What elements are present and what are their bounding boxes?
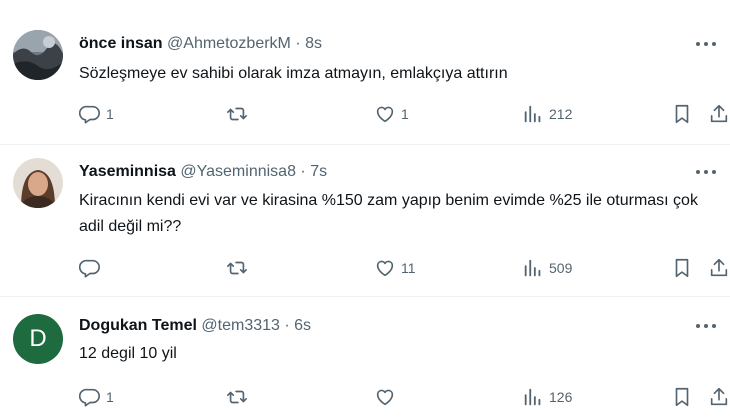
separator-dot: · <box>284 317 290 334</box>
author-handle[interactable]: @AhmetozberkM <box>167 35 291 52</box>
author-handle[interactable]: @Yaseminnisa8 <box>180 163 296 180</box>
reply-icon <box>79 388 100 407</box>
avatar[interactable]: D <box>13 314 63 364</box>
retweet-icon <box>227 107 247 121</box>
bookmark-button[interactable] <box>671 386 693 408</box>
views-icon <box>524 388 541 406</box>
tweet-text: 12 degil 10 yil <box>79 345 177 362</box>
timestamp[interactable]: 6s <box>294 317 311 334</box>
bookmark-icon <box>675 104 689 124</box>
like-count: 11 <box>401 260 416 276</box>
like-button[interactable]: 11 <box>374 257 416 279</box>
tweet-header: önce insan @AhmetozberkM · 8s <box>79 35 322 53</box>
like-count: 1 <box>401 106 409 122</box>
avatar-letter: D <box>29 325 47 352</box>
retweet-button[interactable] <box>226 103 253 125</box>
views-count: 212 <box>549 106 573 122</box>
reply-button[interactable]: 1 <box>79 103 114 125</box>
bookmark-icon <box>675 387 689 407</box>
reply-button[interactable] <box>79 257 106 279</box>
retweet-button[interactable] <box>226 257 253 279</box>
like-icon <box>376 389 394 406</box>
like-icon <box>376 106 394 123</box>
tweet-2[interactable]: Yaseminnisa @Yaseminnisa8 · 7s Kiracının… <box>0 145 730 296</box>
tweet-actions: 1 126 <box>0 386 730 410</box>
views-icon <box>524 259 541 277</box>
share-icon <box>710 104 728 123</box>
author-name[interactable]: Yaseminnisa <box>79 163 176 180</box>
author-handle[interactable]: @tem3313 <box>201 317 280 334</box>
tweet-header: Dogukan Temel @tem3313 · 6s <box>79 317 311 335</box>
reply-icon <box>79 259 100 278</box>
retweet-icon <box>227 390 247 404</box>
reply-button[interactable]: 1 <box>79 386 114 408</box>
like-button[interactable]: 1 <box>374 103 409 125</box>
reply-icon <box>79 105 100 124</box>
timestamp[interactable]: 7s <box>310 163 327 180</box>
tweet-3[interactable]: D Dogukan Temel @tem3313 · 6s 12 degil 1… <box>0 297 730 420</box>
retweet-button[interactable] <box>226 386 253 408</box>
author-name[interactable]: Dogukan Temel <box>79 317 197 334</box>
tweet-text: Kiracının kendi evi var ve kirasina %150… <box>79 192 698 235</box>
like-icon <box>376 260 394 277</box>
share-icon <box>710 258 728 277</box>
retweet-icon <box>227 261 247 275</box>
views-button[interactable]: 212 <box>522 103 572 125</box>
reply-count: 1 <box>106 106 114 122</box>
tweet-1[interactable]: önce insan @AhmetozberkM · 8s Sözleşmeye… <box>0 0 730 144</box>
views-count: 126 <box>549 389 573 405</box>
views-button[interactable]: 509 <box>522 257 572 279</box>
views-button[interactable]: 126 <box>522 386 572 408</box>
views-count: 509 <box>549 260 573 276</box>
more-icon[interactable] <box>696 318 716 334</box>
more-icon[interactable] <box>696 36 716 52</box>
more-icon[interactable] <box>696 164 716 180</box>
tweet-header: Yaseminnisa @Yaseminnisa8 · 7s <box>79 163 327 181</box>
share-button[interactable] <box>708 103 730 125</box>
share-button[interactable] <box>708 257 730 279</box>
avatar[interactable] <box>13 158 63 208</box>
views-icon <box>524 105 541 123</box>
author-name[interactable]: önce insan <box>79 35 163 52</box>
separator-dot: · <box>295 35 301 52</box>
bookmark-icon <box>675 258 689 278</box>
tweet-actions: 11 509 <box>0 257 730 281</box>
bookmark-button[interactable] <box>671 103 693 125</box>
share-icon <box>710 387 728 406</box>
timestamp[interactable]: 8s <box>305 35 322 52</box>
like-button[interactable] <box>374 386 401 408</box>
tweet-text: Sözleşmeye ev sahibi olarak imza atmayın… <box>79 65 508 82</box>
bookmark-button[interactable] <box>671 257 693 279</box>
share-button[interactable] <box>708 386 730 408</box>
separator-dot: · <box>300 163 306 180</box>
tweet-actions: 1 1 212 <box>0 103 730 127</box>
reply-count: 1 <box>106 389 114 405</box>
avatar[interactable] <box>13 30 63 80</box>
